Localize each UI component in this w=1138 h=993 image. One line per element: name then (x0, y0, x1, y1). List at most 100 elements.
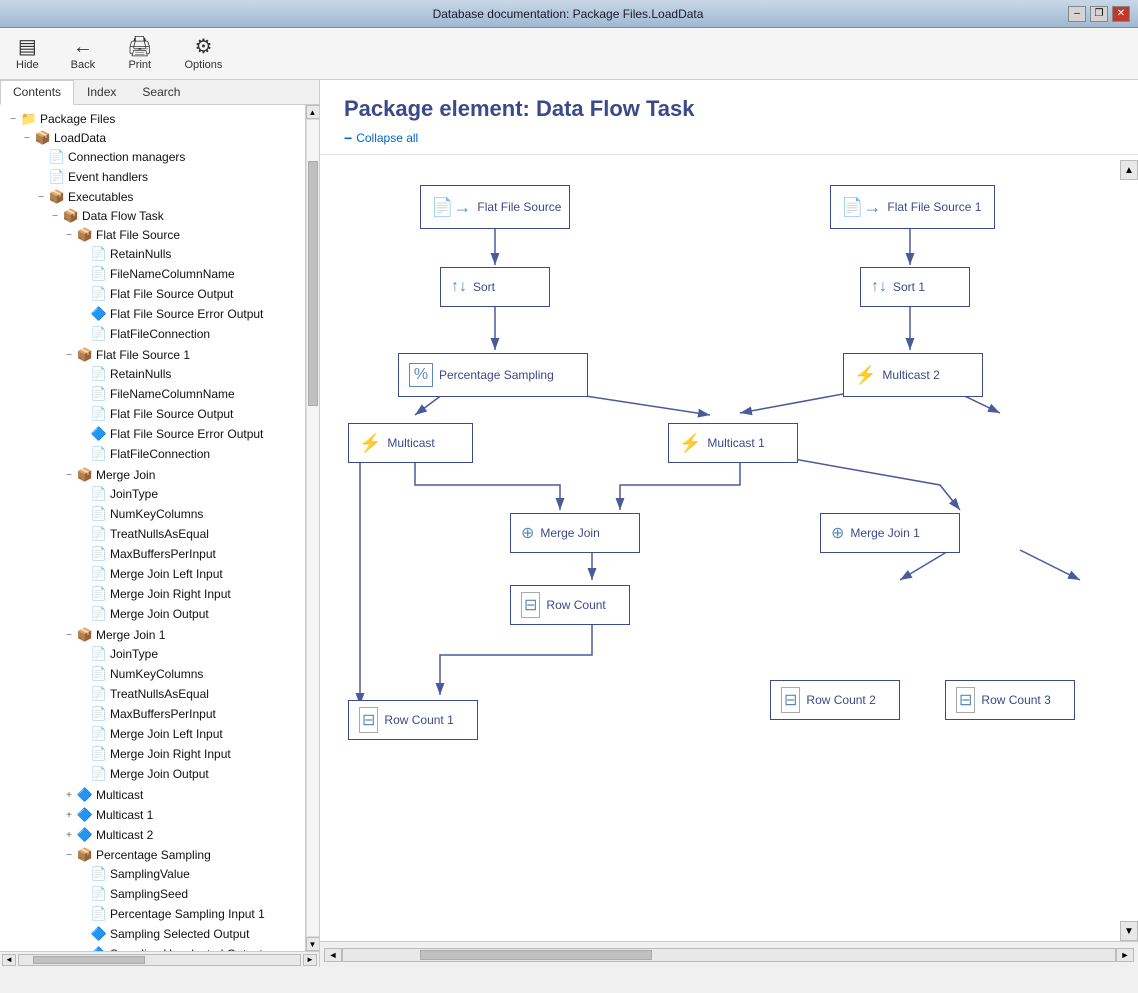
sidebar-tree: − 📁 Package Files − 📦 LoadData (0, 105, 305, 951)
options-button[interactable]: ⚙ Options (176, 35, 230, 73)
doc-icon: 📄 (90, 866, 108, 882)
multicast-1-label: Multicast 1 (707, 436, 764, 450)
window-title: Database documentation: Package Files.Lo… (68, 7, 1068, 21)
list-item: 📄Flat File Source Output (74, 404, 301, 424)
node-flat-file-source[interactable]: 📄→ Flat File Source (420, 185, 570, 229)
content-header: Package element: Data Flow Task − Collap… (320, 80, 1138, 155)
node-row-count[interactable]: ⊟ Row Count (510, 585, 630, 625)
list-item: 📄FlatFileConnection (74, 444, 301, 464)
flow-canvas[interactable]: 📄→ Flat File Source 📄→ Flat File Source … (320, 155, 1138, 941)
close-button[interactable]: ✕ (1112, 6, 1130, 22)
tree-node-package-files: − 📁 Package Files − 📦 LoadData (4, 109, 301, 951)
sidebar: Contents Index Search − 📁 Package Files (0, 80, 320, 967)
collapse-all-button[interactable]: − Collapse all (344, 130, 1114, 146)
list-item: 📄JoinType (74, 484, 301, 504)
doc-icon: 📄 (90, 746, 108, 762)
node-multicast-1[interactable]: ⚡ Multicast 1 (668, 423, 798, 463)
sort1-node-icon: ↑↓ (871, 278, 887, 296)
expand-package-files[interactable]: − (6, 114, 20, 125)
print-label: Print (128, 59, 151, 71)
node-flat-file-source-1[interactable]: 📄→ Flat File Source 1 (830, 185, 995, 229)
page-title: Package element: Data Flow Task (344, 96, 1114, 122)
restore-button[interactable]: ❐ (1090, 6, 1108, 22)
hide-button[interactable]: ▤ Hide (8, 35, 47, 73)
hscroll-track (18, 954, 301, 966)
tree-node-ps: − 📦 Percentage Sampling 📄SamplingValue (60, 845, 301, 951)
options-icon: ⚙ (194, 37, 212, 57)
pkg-icon-ffs1: 📦 (76, 347, 94, 363)
expand-dft[interactable]: − (48, 211, 62, 222)
row-count-label: Row Count (546, 598, 605, 612)
doc-icon: 📄 (90, 446, 108, 462)
scroll-thumb[interactable] (308, 161, 318, 406)
multicast-label: Multicast (387, 436, 434, 450)
node-sort-1[interactable]: ↑↓ Sort 1 (860, 267, 970, 307)
collapse-icon: − (344, 130, 352, 146)
sel-icon: 🔷 (90, 926, 108, 942)
doc-icon: 📄 (90, 386, 108, 402)
list-item: 📄Merge Join Right Input (74, 744, 301, 764)
doc-icon: 📄 (90, 286, 108, 302)
mc2-icon: 🔷 (76, 827, 94, 843)
tree-node-conn-mgr: 📄 Connection managers (32, 147, 301, 167)
list-item: 📄TreatNullsAsEqual (74, 524, 301, 544)
list-item: 🔷Sampling Selected Output (74, 924, 301, 944)
sidebar-tabs: Contents Index Search (0, 80, 319, 105)
scroll-right-button[interactable]: ► (303, 954, 317, 966)
doc-icon: 📄 (90, 506, 108, 522)
doc-icon: 📄 (90, 906, 108, 922)
rc1-node-icon: ⊟ (359, 707, 378, 733)
scroll-up-button[interactable]: ▲ (306, 105, 320, 119)
scroll-down-button[interactable]: ▼ (306, 937, 320, 951)
doc-icon: 📄 (90, 266, 108, 282)
tab-contents[interactable]: Contents (0, 80, 74, 105)
flat-file-source-label: Flat File Source (477, 200, 561, 214)
package-files-label: Package Files (40, 112, 115, 126)
multicast-2-label: Multicast 2 (882, 368, 939, 382)
back-button[interactable]: ← Back (63, 35, 103, 73)
doc-icon: 📄 (90, 546, 108, 562)
doc-icon: 📄 (48, 149, 66, 165)
node-multicast-2[interactable]: ⚡ Multicast 2 (843, 353, 983, 397)
tree-node-mc: +🔷Multicast (60, 785, 301, 805)
doc-icon: 📄 (90, 586, 108, 602)
content-scroll-right[interactable]: ► (1116, 948, 1134, 962)
minimize-button[interactable]: – (1068, 6, 1086, 22)
list-item: 📄Merge Join Output (74, 604, 301, 624)
list-item: 📄FileNameColumnName (74, 384, 301, 404)
tree-node-mj1: − 📦 Merge Join 1 📄JoinType 📄Num (60, 625, 301, 785)
node-merge-join[interactable]: ⊕ Merge Join (510, 513, 640, 553)
list-item: 📄Merge Join Output (74, 764, 301, 784)
row-count-2-label: Row Count 2 (806, 693, 875, 707)
doc-icon: 📄 (90, 366, 108, 382)
node-row-count-1[interactable]: ⊟ Row Count 1 (348, 700, 478, 740)
node-multicast[interactable]: ⚡ Multicast (348, 423, 473, 463)
list-item: 📄NumKeyColumns (74, 504, 301, 524)
mc1-node-icon: ⚡ (679, 433, 701, 454)
loaddata-label: LoadData (54, 131, 106, 145)
node-sort[interactable]: ↑↓ Sort (440, 267, 550, 307)
pkg-icon-ffs: 📦 (76, 227, 94, 243)
node-percentage-sampling[interactable]: % Percentage Sampling (398, 353, 588, 397)
h-scroll-thumb[interactable] (420, 950, 652, 960)
h-scroll-area: ◄ ► (320, 942, 1138, 967)
error-icon-1: 🔷 (90, 426, 108, 442)
print-button[interactable]: 🖨 Print (119, 35, 160, 73)
expand-executables[interactable]: − (34, 192, 48, 203)
hscroll-thumb[interactable] (33, 956, 145, 964)
flat-file-source-1-icon: 📄→ (841, 197, 881, 218)
expand-loaddata[interactable]: − (20, 133, 34, 144)
options-label: Options (184, 59, 222, 71)
node-merge-join-1[interactable]: ⊕ Merge Join 1 (820, 513, 960, 553)
sort-label: Sort (473, 280, 495, 294)
tab-search[interactable]: Search (129, 80, 193, 104)
list-item: 📄RetainNulls (74, 364, 301, 384)
node-row-count-3[interactable]: ⊟ Row Count 3 (945, 680, 1075, 720)
window-controls[interactable]: – ❐ ✕ (1068, 6, 1130, 22)
node-row-count-2[interactable]: ⊟ Row Count 2 (770, 680, 900, 720)
doc-icon: 📄 (90, 646, 108, 662)
back-label: Back (71, 59, 95, 71)
tab-index[interactable]: Index (74, 80, 129, 104)
scroll-left-button[interactable]: ◄ (2, 954, 16, 966)
content-scroll-left[interactable]: ◄ (324, 948, 342, 962)
